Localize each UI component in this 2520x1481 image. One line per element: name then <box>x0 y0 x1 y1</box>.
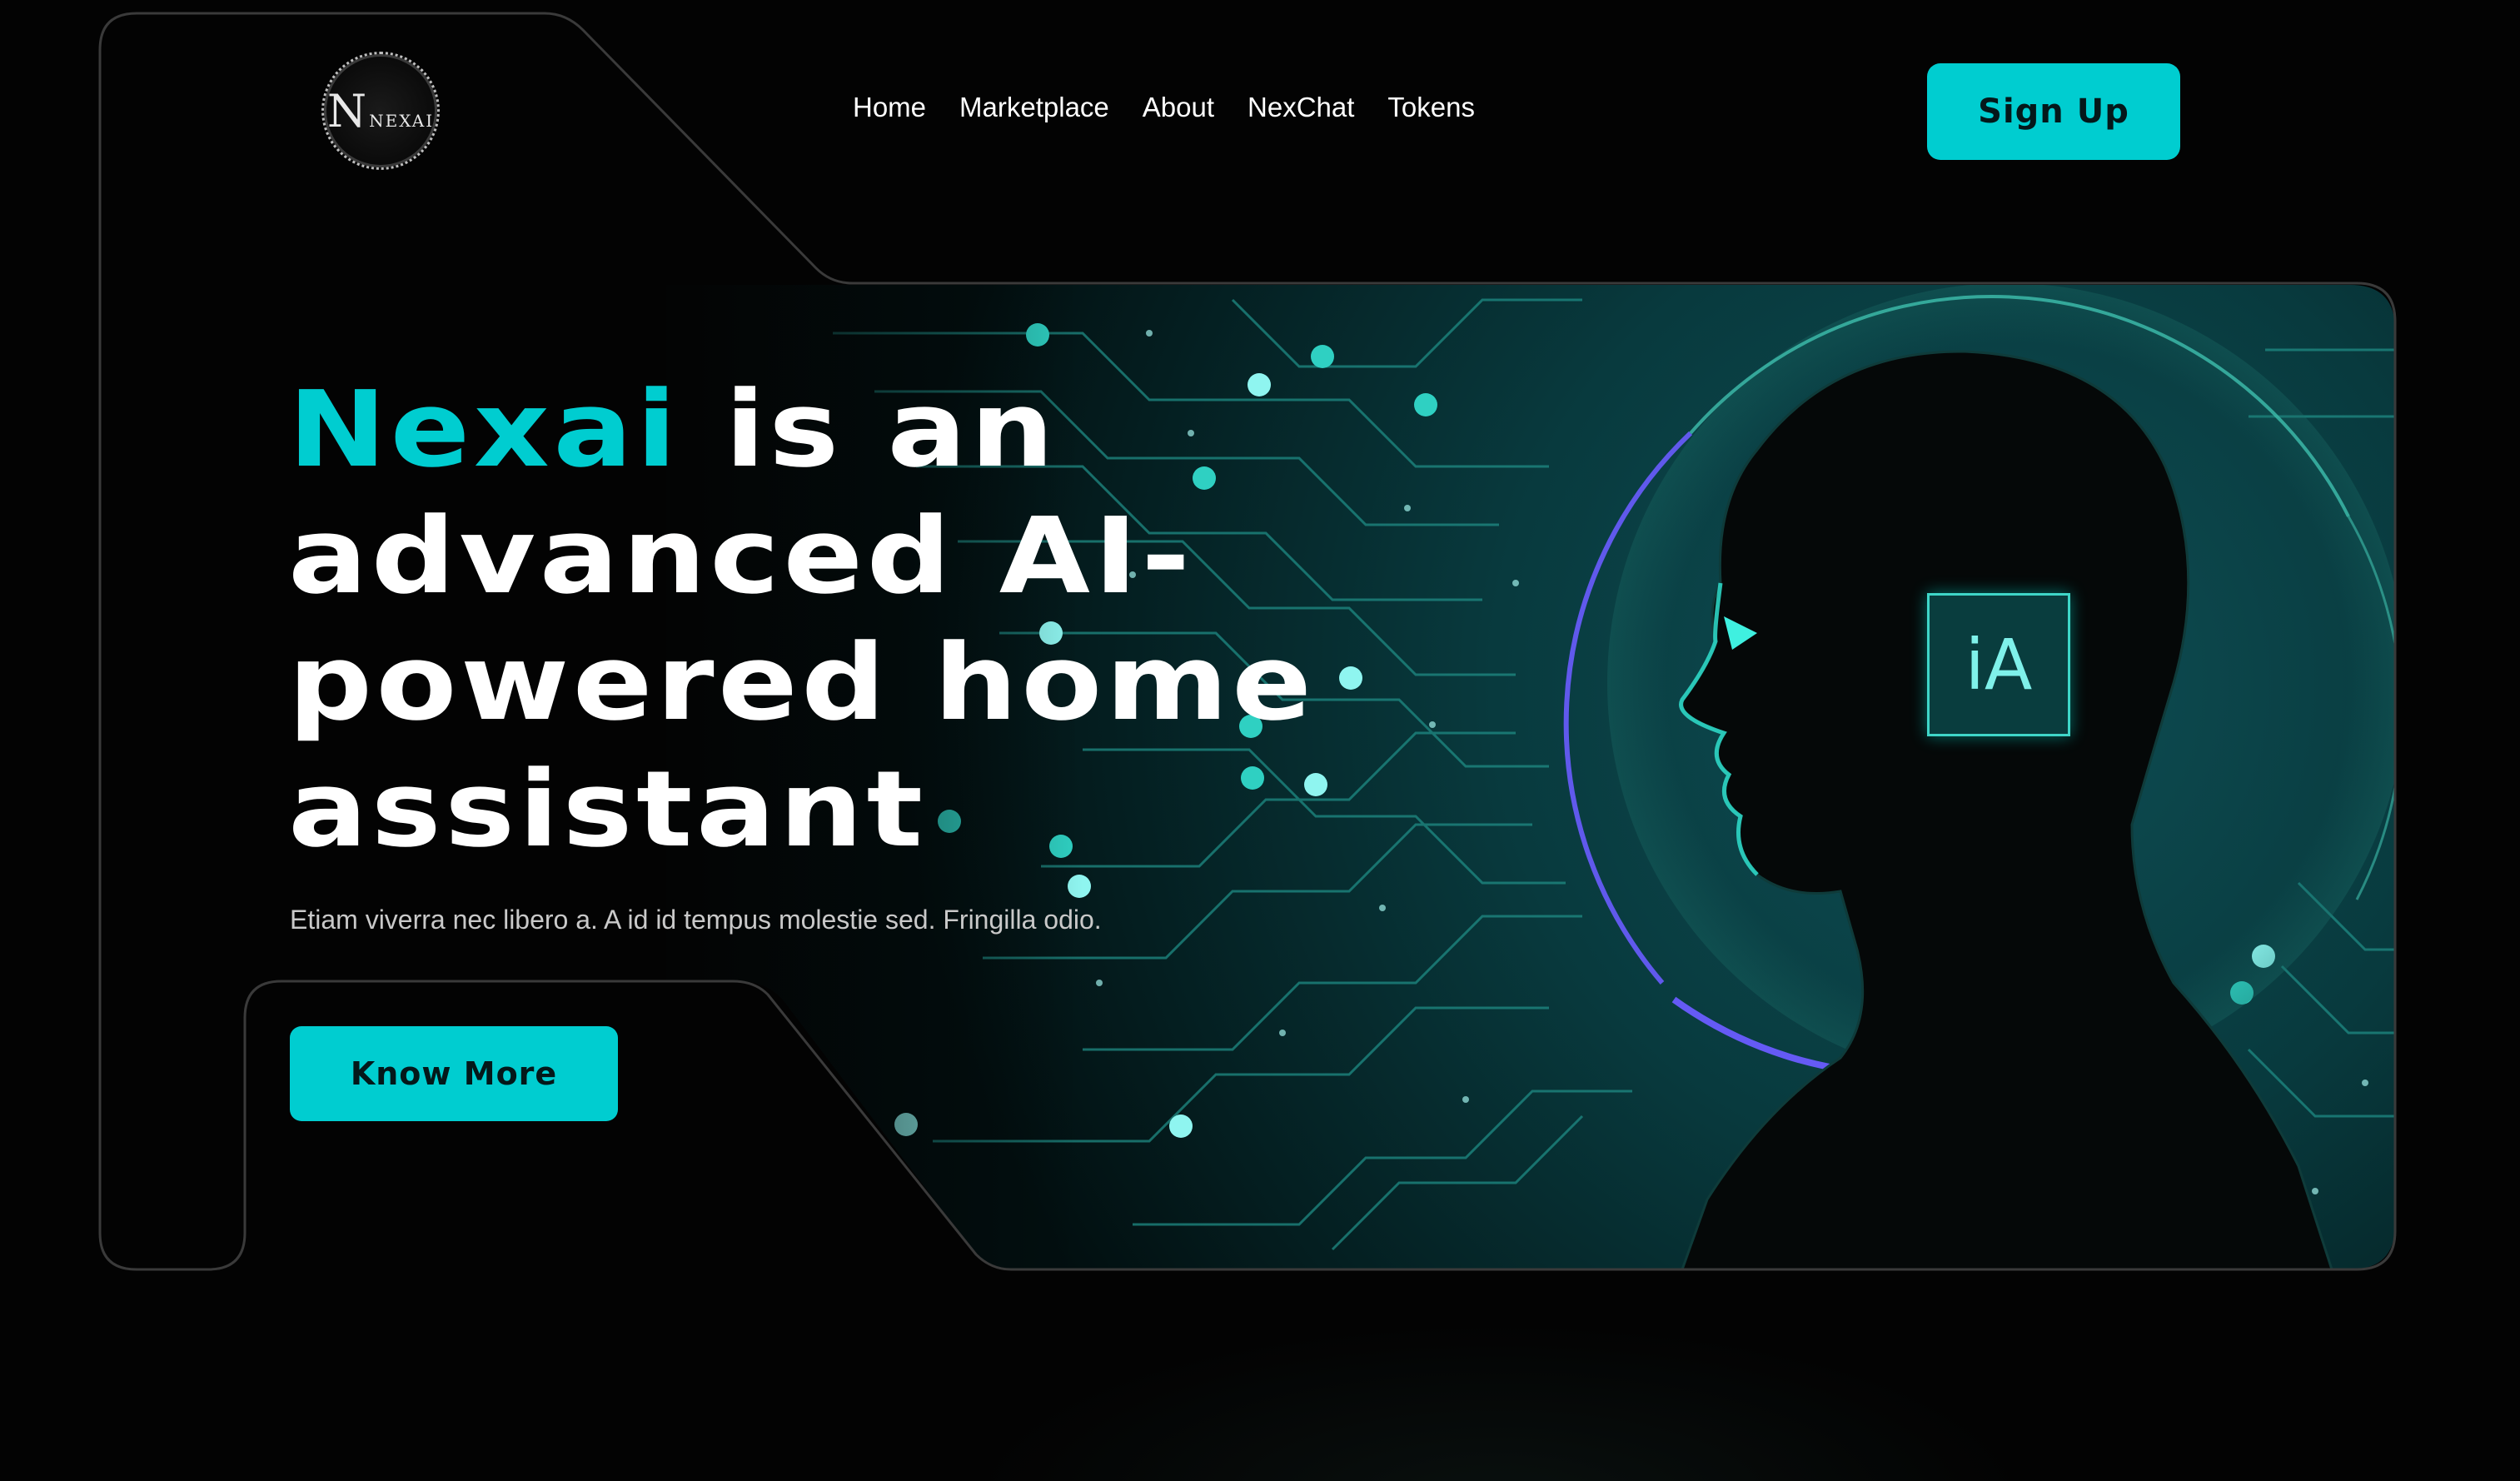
nav-marketplace-link[interactable]: Marketplace <box>959 92 1109 123</box>
hero-subtitle: Etiam viverra nec libero a. A id id temp… <box>290 905 1102 935</box>
hero-title: Nexai is an advanced AI- powered home as… <box>288 367 1501 873</box>
hero-title-line3: powered home <box>288 621 1316 744</box>
nav-about-link[interactable]: About <box>1143 92 1214 123</box>
nav-nexchat-link[interactable]: NexChat <box>1248 92 1354 123</box>
know-more-button[interactable]: Know More <box>290 1026 618 1121</box>
logo-letter: N <box>326 84 368 137</box>
main-nav: Home Marketplace About NexChat Tokens <box>853 92 1475 123</box>
hero-title-line1-rest: is an <box>680 368 1058 491</box>
hero-title-line2: advanced AI- <box>288 495 1194 617</box>
hero-title-line4: assistant <box>288 748 927 870</box>
hero-title-accent: Nexai <box>288 368 680 491</box>
nav-home-link[interactable]: Home <box>853 92 926 123</box>
logo-text: NEXAI <box>369 110 435 131</box>
ia-chip-icon: iA <box>1927 593 2070 736</box>
sign-up-button[interactable]: Sign Up <box>1927 63 2180 160</box>
nav-tokens-link[interactable]: Tokens <box>1387 92 1475 123</box>
logo-wordmark: N NEXAI <box>327 85 434 137</box>
nexai-logo[interactable]: N NEXAI <box>321 52 440 170</box>
